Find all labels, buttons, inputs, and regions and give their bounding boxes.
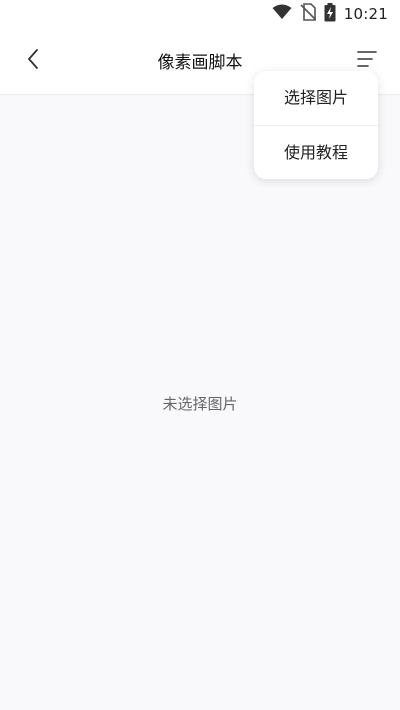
status-time: 10:21 <box>343 5 388 23</box>
dropdown-menu: 选择图片 使用教程 <box>254 71 378 179</box>
no-sim-icon <box>300 3 317 25</box>
status-bar: 10:21 <box>0 0 400 28</box>
status-icons: 10:21 <box>272 2 388 26</box>
menu-lines-icon <box>357 50 377 72</box>
wifi-icon <box>272 4 292 24</box>
menu-item-tutorial[interactable]: 使用教程 <box>254 126 378 179</box>
battery-charging-icon <box>324 2 336 26</box>
page-title: 像素画脚本 <box>157 53 243 73</box>
empty-state-message: 未选择图片 <box>162 395 238 413</box>
menu-item-select-image[interactable]: 选择图片 <box>254 71 378 125</box>
